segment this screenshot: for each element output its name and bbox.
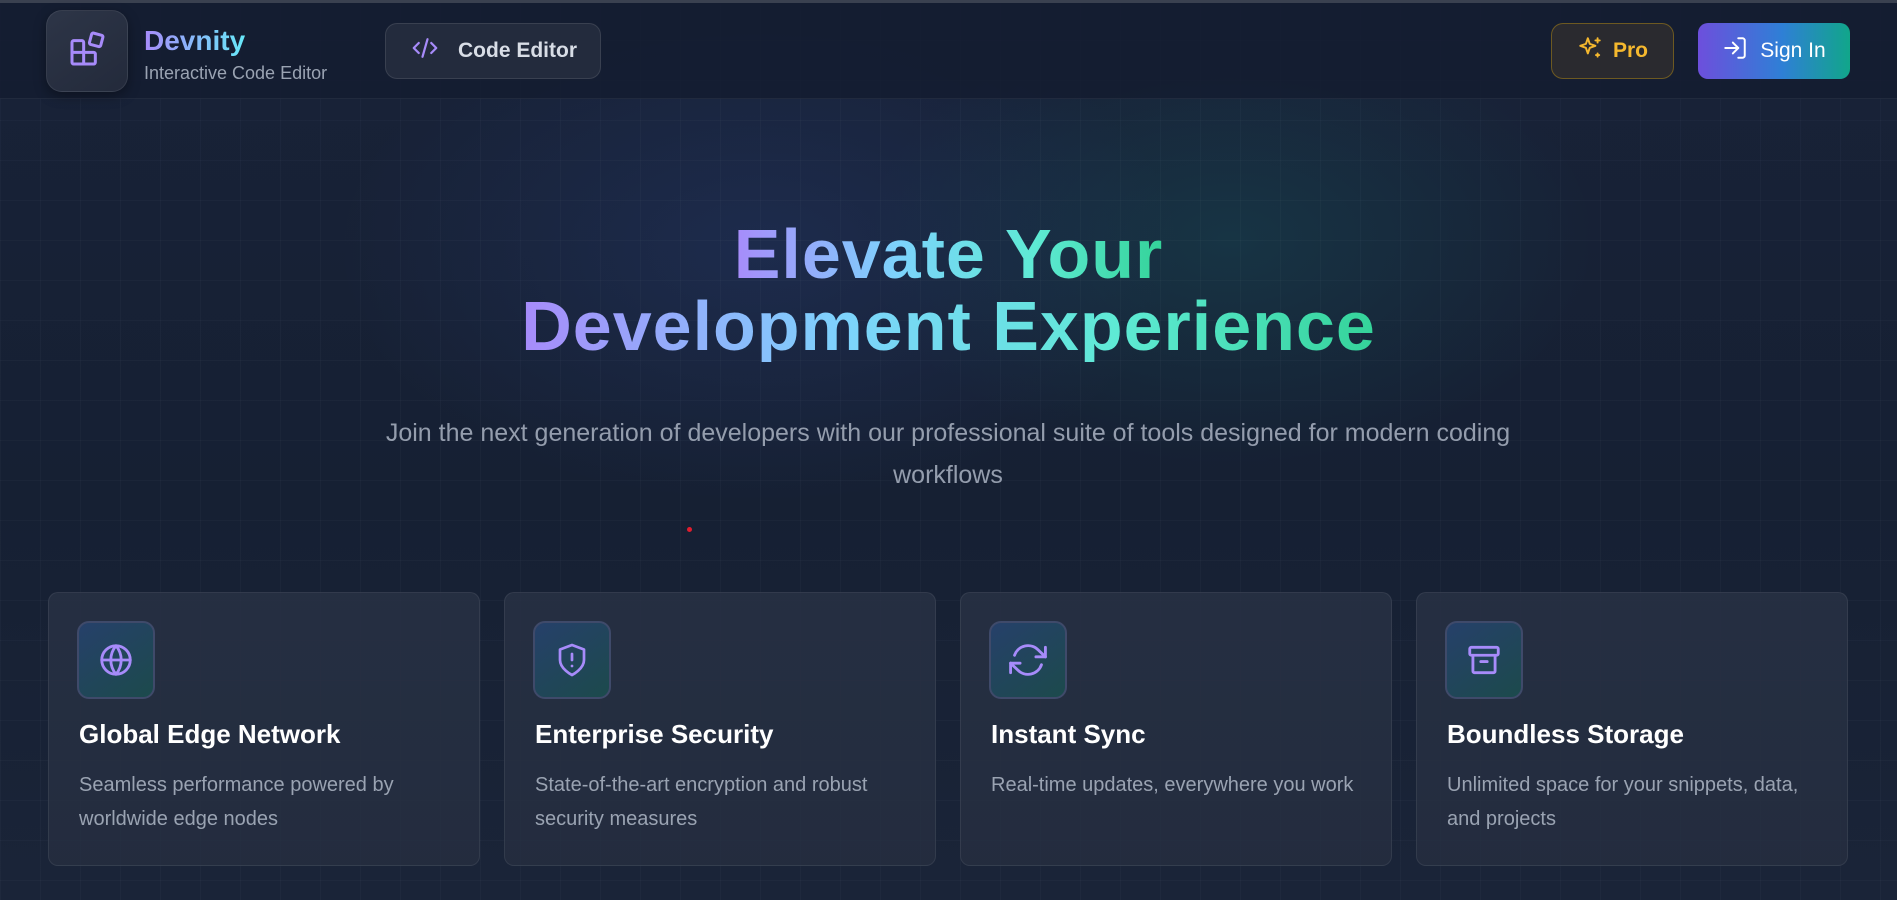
sign-in-button[interactable]: Sign In bbox=[1698, 23, 1850, 79]
shield-alert-icon bbox=[533, 621, 611, 699]
code-editor-button[interactable]: Code Editor bbox=[385, 23, 601, 79]
feature-title: Instant Sync bbox=[991, 719, 1146, 749]
brand-subtitle: Interactive Code Editor bbox=[144, 63, 328, 83]
feature-title: Boundless Storage bbox=[1447, 719, 1684, 749]
feature-description: State-of-the-art encryption and robust s… bbox=[535, 774, 868, 830]
feature-title: Global Edge Network bbox=[79, 719, 341, 749]
sparkles-icon bbox=[1577, 35, 1603, 67]
sign-in-label: Sign In bbox=[1760, 39, 1826, 62]
hero-title-line1: Elevate Your bbox=[733, 215, 1164, 293]
feature-description: Real-time updates, everywhere you work bbox=[991, 774, 1354, 796]
feature-description: Unlimited space for your snippets, data,… bbox=[1447, 774, 1799, 830]
code-editor-label: Code Editor bbox=[458, 39, 577, 62]
archive-icon bbox=[1445, 621, 1523, 699]
pro-button[interactable]: Pro bbox=[1551, 23, 1674, 79]
feature-description: Seamless performance powered by worldwid… bbox=[79, 774, 394, 830]
brand-name: Devnity bbox=[144, 25, 246, 56]
cursor-dot bbox=[687, 527, 692, 532]
feature-card-instant-sync[interactable]: Instant Sync Real-time updates, everywhe… bbox=[960, 592, 1392, 866]
hero-title-line2: Development Experience bbox=[521, 287, 1376, 365]
globe-icon bbox=[77, 621, 155, 699]
hero-subtitle: Join the next generation of developers w… bbox=[385, 419, 1511, 489]
top-navbar: Devnity Interactive Code Editor Code Edi… bbox=[0, 3, 1897, 99]
logo[interactable] bbox=[46, 10, 128, 92]
blocks-icon bbox=[67, 29, 107, 74]
hero-title: Elevate Your Development Experience bbox=[0, 218, 1897, 362]
feature-card-boundless-storage[interactable]: Boundless Storage Unlimited space for yo… bbox=[1416, 592, 1848, 866]
feature-card-enterprise-security[interactable]: Enterprise Security State-of-the-art enc… bbox=[504, 592, 936, 866]
refresh-icon bbox=[989, 621, 1067, 699]
pro-label: Pro bbox=[1612, 39, 1648, 62]
log-in-icon bbox=[1722, 35, 1748, 67]
code-icon bbox=[410, 33, 440, 69]
feature-title: Enterprise Security bbox=[535, 719, 774, 749]
feature-card-global-edge-network[interactable]: Global Edge Network Seamless performance… bbox=[48, 592, 480, 866]
